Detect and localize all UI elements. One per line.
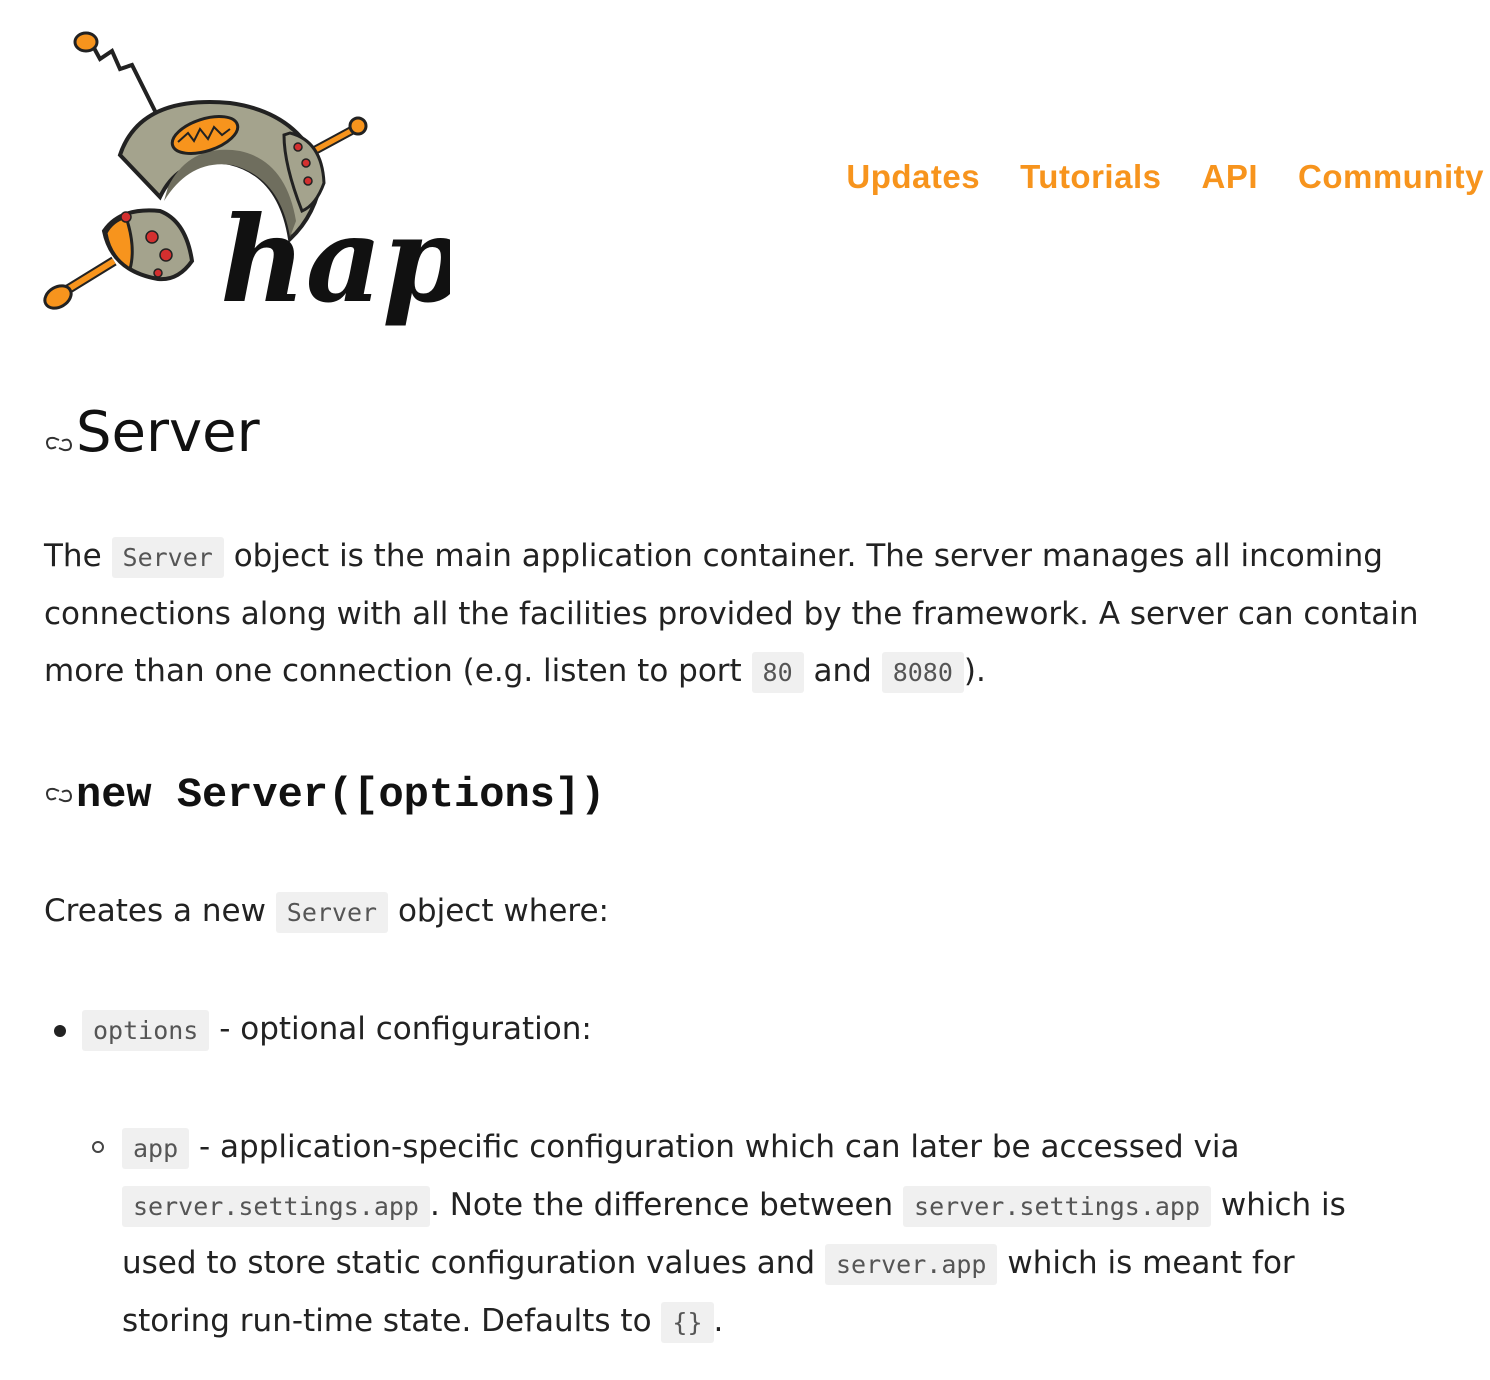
list-item: options - optional configuration: xyxy=(44,1001,1444,1059)
inline-code: 8080 xyxy=(881,652,964,693)
section-title: Server xyxy=(44,400,1444,465)
nav-tutorials[interactable]: Tutorials xyxy=(1020,158,1161,196)
inline-code: Server xyxy=(275,892,389,933)
intro-text: ). xyxy=(963,653,986,689)
list-item-text: . xyxy=(713,1303,724,1339)
desc-text: object where: xyxy=(397,893,610,929)
link-icon[interactable] xyxy=(44,780,74,810)
subsection-title: new Server([options]) xyxy=(44,771,1444,819)
desc-text: Creates a new xyxy=(44,893,266,929)
inline-code: Server xyxy=(111,537,224,578)
bullet-icon xyxy=(92,1141,104,1153)
logo-wordmark: hapi xyxy=(220,190,450,329)
list-item-text: - application-specific configuration whi… xyxy=(199,1129,1240,1165)
list-item: app - application-specific configuration… xyxy=(44,1119,1382,1351)
options-list: options - optional configuration: xyxy=(44,1001,1444,1059)
inline-code: app xyxy=(122,1128,190,1169)
bullet-icon xyxy=(54,1025,66,1037)
subsection-desc: Creates a new Server object where: xyxy=(44,883,1444,941)
section-intro: The Server object is the main applicatio… xyxy=(44,528,1444,701)
list-item-text: . Note the difference between xyxy=(429,1187,894,1223)
intro-text: The xyxy=(44,538,102,574)
link-icon[interactable] xyxy=(44,429,74,459)
intro-text: object is the main application container… xyxy=(44,538,1419,689)
nav-api[interactable]: API xyxy=(1201,158,1258,196)
hapi-logo[interactable]: hapi xyxy=(40,25,450,335)
inline-code: 80 xyxy=(751,652,804,693)
list-item-text: - optional configuration: xyxy=(219,1011,592,1047)
intro-text: and xyxy=(813,653,872,689)
inline-code: {} xyxy=(661,1302,714,1343)
top-nav: Updates Tutorials API Community xyxy=(846,158,1484,196)
subsection-title-text: new Server([options]) xyxy=(76,771,606,819)
inline-code: server.settings.app xyxy=(903,1186,1212,1227)
nav-updates[interactable]: Updates xyxy=(846,158,980,196)
nav-community[interactable]: Community xyxy=(1298,158,1484,196)
inline-code: options xyxy=(82,1010,210,1051)
section-title-text: Server xyxy=(76,400,260,465)
nested-options-list: app - application-specific configuration… xyxy=(44,1119,1444,1351)
inline-code: server.settings.app xyxy=(122,1186,430,1227)
main-content: Server The Server object is the main app… xyxy=(44,400,1444,1351)
inline-code: server.app xyxy=(824,1244,998,1285)
